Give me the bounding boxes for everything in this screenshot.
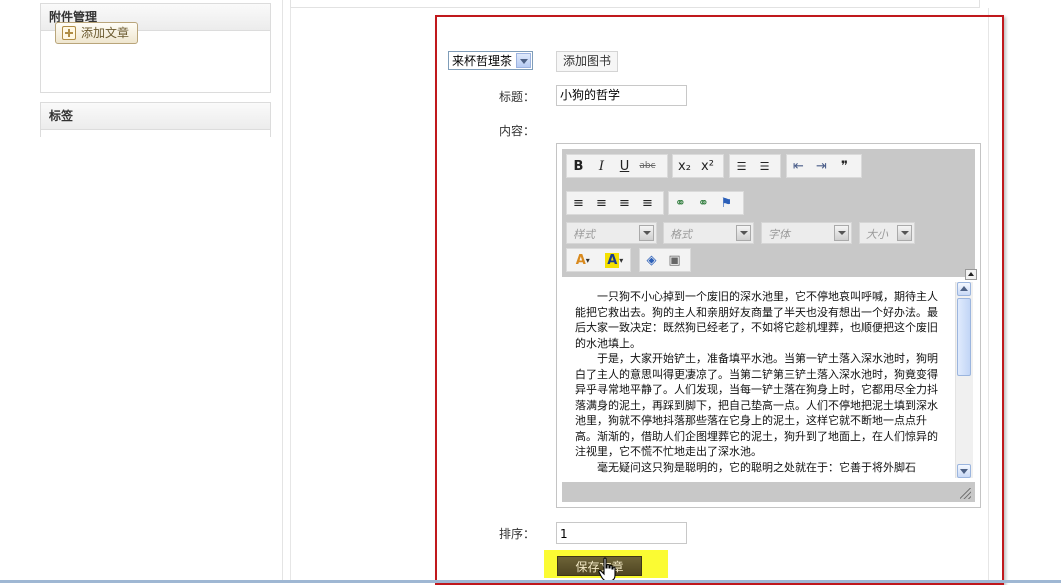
content-paragraph: 毫无疑问这只狗是聪明的，它的聪明之处就在于：它善于将外脚石 (597, 460, 916, 474)
editor-toolbar: B I U abc x₂ x² ☰ ☰ ⇤ ⇥ ❞ ≡ ≡ ≡ ≡ ⚭ ⚭ ⚑ (562, 149, 977, 280)
size-combo[interactable]: 大小 (859, 222, 915, 244)
toolbar-group-script: x₂ x² (672, 154, 724, 178)
toolbar-group-tools: ◈ ▣ (639, 248, 691, 272)
bulleted-list-icon[interactable]: ☰ (753, 155, 776, 177)
chevron-down-icon[interactable] (897, 225, 912, 241)
underline-icon[interactable]: U (613, 155, 636, 177)
style-combo-label: 样式 (573, 228, 595, 241)
plus-icon (62, 26, 76, 40)
unlink-icon[interactable]: ⚭ (692, 192, 715, 214)
scroll-up-icon[interactable] (957, 282, 971, 296)
chevron-down-icon[interactable] (639, 225, 654, 241)
size-combo-label: 大小 (866, 228, 888, 241)
chevron-down-icon[interactable] (834, 225, 849, 241)
tags-panel: 标签 (40, 102, 271, 137)
content-label: 内容： (499, 124, 536, 138)
content-paragraph: 一只狗不小心掉到一个废旧的深水池里，它不停地哀叫呼喊，期待主人能把它救出去。狗的… (575, 290, 938, 350)
italic-icon[interactable]: I (590, 155, 613, 177)
show-blocks-icon[interactable]: ▣ (663, 249, 686, 271)
scroll-thumb[interactable] (957, 298, 971, 376)
link-icon[interactable]: ⚭ (669, 192, 692, 214)
scroll-down-icon[interactable] (957, 464, 971, 478)
anchor-flag-icon[interactable]: ⚑ (715, 192, 738, 214)
title-label: 标题： (499, 90, 536, 104)
book-select-value: 来杯哲理茶 (452, 54, 513, 68)
font-combo-label: 字体 (768, 228, 790, 241)
superscript-icon[interactable]: x² (696, 155, 719, 177)
blockquote-icon[interactable]: ❞ (833, 155, 856, 177)
collapse-toolbar-icon[interactable] (965, 269, 977, 280)
book-select[interactable]: 来杯哲理茶 (448, 51, 533, 70)
add-book-button[interactable]: 添加图书 (556, 51, 619, 72)
numbered-list-icon[interactable]: ☰ (730, 155, 753, 177)
background-color-icon[interactable]: A ▾ (599, 249, 631, 271)
align-justify-icon[interactable]: ≡ (636, 192, 659, 214)
format-combo[interactable]: 格式 (663, 222, 754, 244)
chevron-down-icon[interactable] (736, 225, 751, 241)
resize-grip-icon[interactable] (960, 488, 971, 499)
toolbar-group-colors: A ▾ A ▾ (566, 248, 631, 272)
align-center-icon[interactable]: ≡ (590, 192, 613, 214)
format-combo-label: 格式 (670, 228, 692, 241)
maximize-icon[interactable]: ◈ (640, 249, 663, 271)
attachments-panel: 附件管理 添加文章 (40, 3, 271, 93)
indent-icon[interactable]: ⇥ (810, 155, 833, 177)
toolbar-group-link: ⚭ ⚭ ⚑ (668, 191, 744, 215)
top-strip (290, 0, 980, 8)
align-left-icon[interactable]: ≡ (567, 192, 590, 214)
align-right-icon[interactable]: ≡ (613, 192, 636, 214)
editor-content-area[interactable]: 一只狗不小心掉到一个废旧的深水池里，它不停地哀叫呼喊，期待主人能把它救出去。狗的… (566, 277, 954, 477)
add-article-button[interactable]: 添加文章 (55, 22, 139, 44)
content-paragraph: 于是，大家开始铲土，准备填平水池。当第一铲土落入深水池时，狗明白了主人的意思叫得… (575, 352, 938, 458)
subscript-icon[interactable]: x₂ (673, 155, 696, 177)
strikethrough-icon[interactable]: abc (636, 155, 659, 177)
chevron-down-icon[interactable] (516, 53, 531, 68)
tags-panel-title: 标签 (41, 103, 270, 130)
order-label: 排序： (499, 527, 536, 541)
text-color-icon[interactable]: A ▾ (567, 249, 599, 271)
toolbar-group-align: ≡ ≡ ≡ ≡ (566, 191, 664, 215)
font-combo[interactable]: 字体 (761, 222, 852, 244)
editor-scrollbar[interactable] (955, 282, 973, 478)
rich-text-editor: B I U abc x₂ x² ☰ ☰ ⇤ ⇥ ❞ ≡ ≡ ≡ ≡ ⚭ ⚭ ⚑ (556, 143, 981, 508)
outdent-icon[interactable]: ⇤ (787, 155, 810, 177)
toolbar-group-indent: ⇤ ⇥ ❞ (786, 154, 862, 178)
editor-status-bar (562, 482, 975, 502)
style-combo[interactable]: 样式 (566, 222, 657, 244)
title-field[interactable]: 小狗的哲学 (556, 85, 687, 106)
left-sidebar: 附件管理 添加文章 标签 (0, 0, 283, 583)
add-article-label: 添加文章 (81, 26, 130, 40)
toolbar-group-lists: ☰ ☰ (729, 154, 781, 178)
bold-icon[interactable]: B (567, 155, 590, 177)
order-field[interactable]: 1 (556, 522, 687, 544)
toolbar-group-basic: B I U abc (566, 154, 668, 178)
